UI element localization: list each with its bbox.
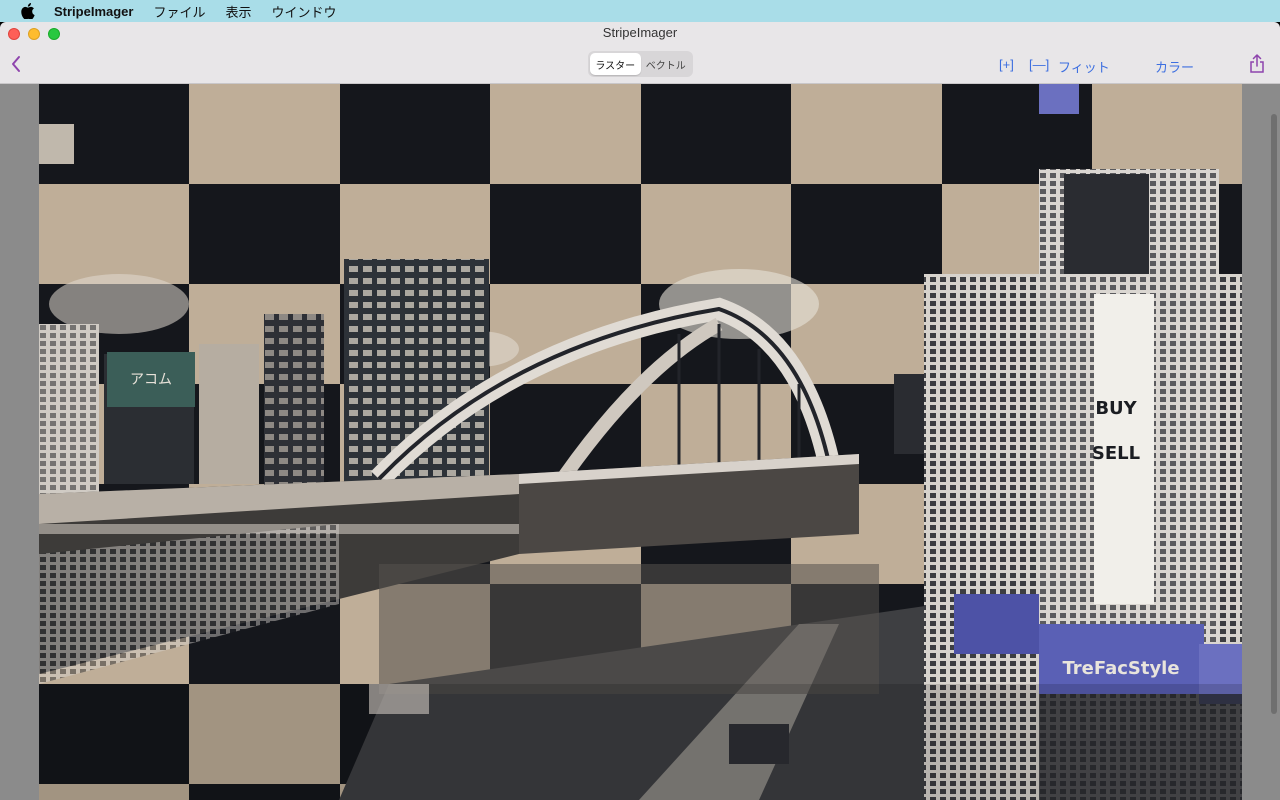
render-mode-segmented-control: ラスター ベクトル	[588, 51, 693, 77]
share-button[interactable]	[1247, 53, 1267, 75]
apple-icon[interactable]	[20, 3, 36, 19]
menu-bar: StripeImager ファイル 表示 ウインドウ	[0, 0, 1280, 22]
vertical-scrollbar-thumb[interactable]	[1271, 114, 1277, 714]
fit-button[interactable]: フィット	[1058, 57, 1110, 76]
sign-sell: SELL	[1092, 443, 1140, 464]
toolbar: ラスター ベクトル [+] [—] フィット カラー	[0, 44, 1280, 84]
zoom-out-button[interactable]: [—]	[1029, 57, 1049, 72]
share-icon	[1250, 54, 1264, 73]
close-window-button[interactable]	[8, 28, 20, 40]
zoom-in-button[interactable]: [+]	[999, 57, 1014, 72]
menu-file[interactable]: ファイル	[153, 2, 205, 21]
sign-buy: BUY	[1095, 398, 1137, 419]
app-window: StripeImager ラスター ベクトル [+] [—] フィット カラー	[0, 22, 1280, 800]
shadow-overlay	[39, 684, 1242, 800]
app-menu-name[interactable]: StripeImager	[54, 4, 133, 19]
menu-view[interactable]: 表示	[226, 2, 252, 21]
segment-raster[interactable]: ラスター	[590, 53, 641, 75]
color-button[interactable]: カラー	[1155, 57, 1194, 76]
segment-vector[interactable]: ベクトル	[641, 53, 692, 75]
minimize-window-button[interactable]	[28, 28, 40, 40]
stripe-image: アコム BUY SELL TreFacStyle	[39, 84, 1242, 800]
sign-trefac: TreFacStyle	[1062, 658, 1179, 679]
content-area: アコム BUY SELL TreFacStyle	[0, 84, 1280, 800]
back-button[interactable]	[6, 53, 26, 75]
maximize-window-button[interactable]	[48, 28, 60, 40]
menu-window[interactable]: ウインドウ	[272, 2, 337, 21]
title-bar: StripeImager	[0, 22, 1280, 44]
sign-acom: アコム	[130, 372, 172, 388]
image-canvas[interactable]: アコム BUY SELL TreFacStyle	[39, 84, 1242, 800]
window-title: StripeImager	[602, 25, 678, 40]
chevron-left-icon	[12, 56, 20, 72]
